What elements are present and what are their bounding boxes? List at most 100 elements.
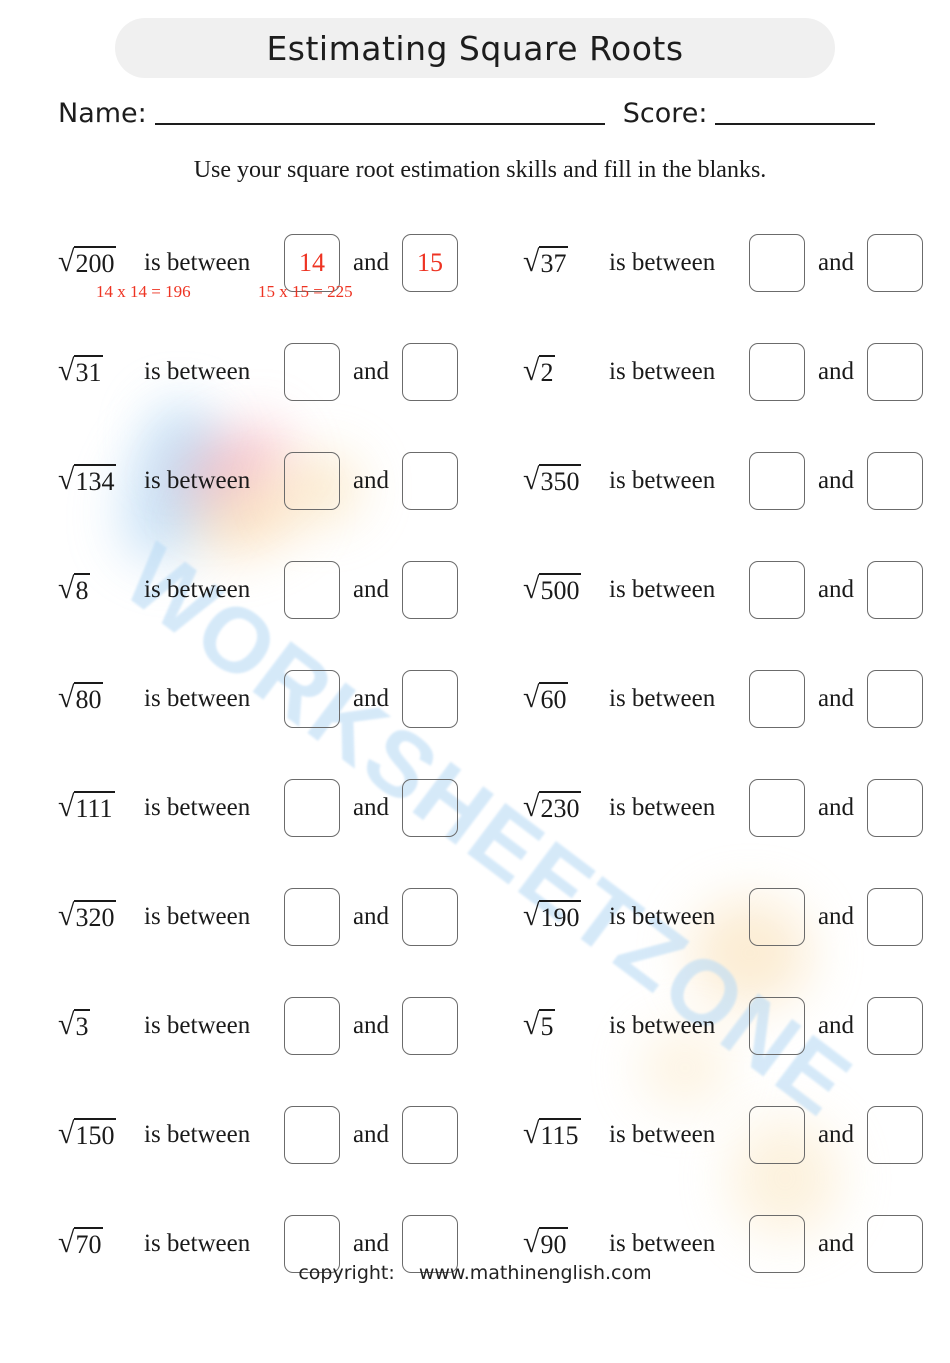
upper-bound-answer-box[interactable]: [867, 342, 923, 401]
lower-bound-answer-box[interactable]: [284, 996, 340, 1055]
square-root-expression: √ 320: [58, 900, 144, 932]
is-between-label: is between: [144, 902, 251, 930]
radicand-value: 37: [539, 246, 569, 278]
problem-row: √ 190 is between and: [475, 862, 950, 971]
radical-icon: √: [58, 1226, 75, 1260]
radical-icon: √: [58, 1008, 75, 1042]
radicand-value: 70: [74, 1227, 104, 1259]
problem-row: √ 134 is between and: [0, 426, 475, 535]
lower-bound-answer-box[interactable]: [284, 560, 340, 619]
upper-bound-answer-box[interactable]: [867, 887, 923, 946]
lower-bound-answer-box[interactable]: [284, 342, 340, 401]
radicand-value: 8: [74, 573, 91, 605]
problem-row: √ 3 is between and: [0, 971, 475, 1080]
is-between-label: is between: [609, 575, 716, 603]
and-label: and: [817, 1011, 855, 1039]
problem-row: √ 230 is between and: [475, 753, 950, 862]
is-between-label: is between: [144, 793, 251, 821]
radical-icon: √: [58, 572, 75, 606]
upper-bound-answer-box[interactable]: [867, 669, 923, 728]
radical-icon: √: [523, 1226, 540, 1260]
upper-bound-answer-box[interactable]: [867, 233, 923, 292]
lower-bound-answer-box[interactable]: [749, 778, 805, 837]
radicand-value: 2: [539, 355, 556, 387]
square-root-expression: √ 8: [58, 573, 144, 605]
and-label: and: [817, 466, 855, 494]
title-banner: Estimating Square Roots: [115, 18, 835, 78]
is-between-label: is between: [144, 575, 251, 603]
upper-bound-answer-box[interactable]: [867, 451, 923, 510]
name-input-rule[interactable]: [154, 101, 605, 125]
problem-row: √ 5 is between and: [475, 971, 950, 1080]
square-root-expression: √ 115: [523, 1118, 609, 1150]
is-between-label: is between: [609, 466, 716, 494]
radicand-value: 3: [74, 1009, 91, 1041]
upper-bound-answer-box[interactable]: [867, 996, 923, 1055]
radical-icon: √: [523, 899, 540, 933]
square-root-expression: √ 230: [523, 791, 609, 823]
is-between-label: is between: [609, 1011, 716, 1039]
radicand-value: 115: [539, 1118, 581, 1150]
radicand-value: 350: [539, 464, 582, 496]
and-label: and: [352, 1229, 390, 1257]
upper-bound-answer-box[interactable]: 15: [402, 233, 458, 292]
radical-icon: √: [523, 1117, 540, 1151]
lower-bound-answer-box[interactable]: [749, 560, 805, 619]
lower-bound-answer-box[interactable]: [749, 669, 805, 728]
radicand-value: 31: [74, 355, 104, 387]
lower-bound-answer-box[interactable]: [284, 451, 340, 510]
lower-bound-answer-box[interactable]: [284, 1105, 340, 1164]
lower-bound-answer-box[interactable]: [749, 451, 805, 510]
problem-row: √ 500 is between and: [475, 535, 950, 644]
lower-bound-answer-box[interactable]: [749, 996, 805, 1055]
radicand-value: 150: [74, 1118, 117, 1150]
upper-bound-answer-box[interactable]: [402, 778, 458, 837]
square-root-expression: √ 200: [58, 246, 144, 278]
and-label: and: [817, 1229, 855, 1257]
radicand-value: 90: [539, 1227, 569, 1259]
upper-bound-answer-box[interactable]: [402, 996, 458, 1055]
and-label: and: [817, 357, 855, 385]
square-root-expression: √ 31: [58, 355, 144, 387]
upper-bound-answer-box[interactable]: [867, 1105, 923, 1164]
square-root-expression: √ 350: [523, 464, 609, 496]
is-between-label: is between: [144, 466, 251, 494]
square-root-expression: √ 150: [58, 1118, 144, 1150]
radical-icon: √: [58, 681, 75, 715]
upper-bound-answer-box[interactable]: [867, 778, 923, 837]
radical-icon: √: [523, 681, 540, 715]
is-between-label: is between: [609, 902, 716, 930]
problem-row: √ 200 is between 14 and 15 14 x 14 = 196 15 x 1…: [0, 208, 475, 317]
upper-bound-answer-box[interactable]: [402, 1105, 458, 1164]
and-label: and: [817, 575, 855, 603]
upper-bound-answer-box[interactable]: [402, 342, 458, 401]
radicand-value: 134: [74, 464, 117, 496]
copyright-label: copyright:: [298, 1262, 395, 1284]
lower-bound-answer-box[interactable]: [284, 669, 340, 728]
lower-bound-answer-box[interactable]: [749, 887, 805, 946]
lower-bound-answer-box[interactable]: [749, 233, 805, 292]
upper-bound-answer-box[interactable]: [402, 887, 458, 946]
score-label: Score:: [622, 98, 708, 129]
problem-row: √ 37 is between and: [475, 208, 950, 317]
radical-icon: √: [523, 1008, 540, 1042]
square-root-expression: √ 5: [523, 1009, 609, 1041]
is-between-label: is between: [144, 1011, 251, 1039]
score-input-rule[interactable]: [715, 101, 876, 125]
lower-bound-answer-box[interactable]: [749, 342, 805, 401]
lower-bound-answer-box[interactable]: [284, 887, 340, 946]
radical-icon: √: [523, 463, 540, 497]
upper-bound-answer-box[interactable]: [402, 669, 458, 728]
upper-bound-answer-box[interactable]: [402, 560, 458, 619]
is-between-label: is between: [609, 1229, 716, 1257]
upper-bound-answer-box[interactable]: [402, 451, 458, 510]
lower-bound-answer-box[interactable]: [284, 778, 340, 837]
name-label: Name:: [58, 98, 147, 129]
and-label: and: [817, 248, 855, 276]
radical-icon: √: [58, 463, 75, 497]
lower-bound-answer-box[interactable]: [749, 1105, 805, 1164]
radicand-value: 230: [539, 791, 582, 823]
footer: copyright: www.mathinenglish.com: [0, 1262, 950, 1284]
upper-bound-answer-box[interactable]: [867, 560, 923, 619]
radical-icon: √: [523, 245, 540, 279]
